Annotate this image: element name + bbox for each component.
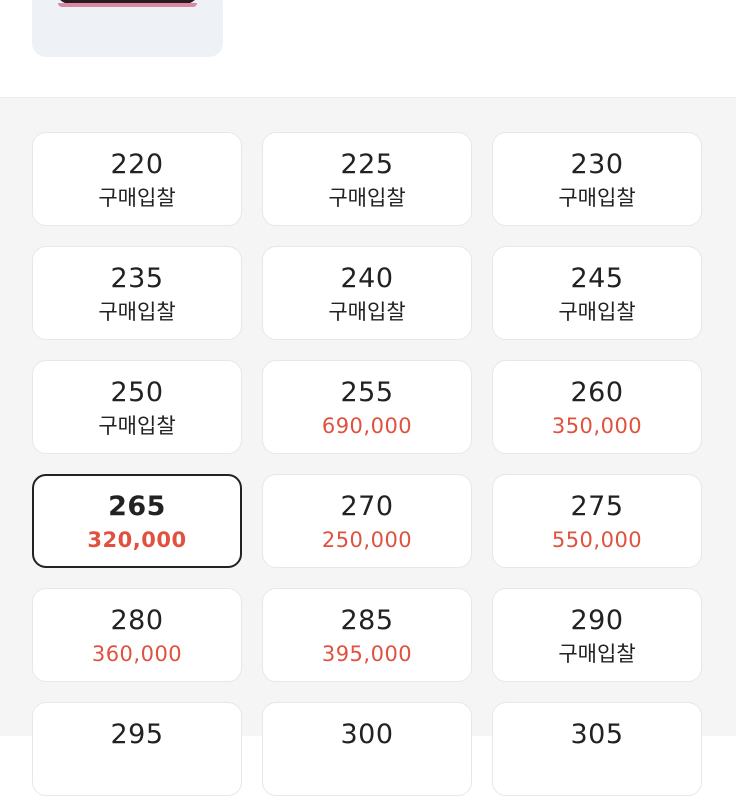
product-thumbnail[interactable] (32, 0, 223, 57)
size-value: 255 (340, 377, 394, 408)
size-price: 구매입찰 (98, 300, 176, 324)
size-option-240[interactable]: 240 구매입찰 (262, 246, 472, 340)
size-value: 235 (110, 263, 164, 294)
size-option-225[interactable]: 225 구매입찰 (262, 132, 472, 226)
size-price: 320,000 (87, 528, 187, 552)
size-value: 240 (340, 263, 394, 294)
size-option-290[interactable]: 290 구매입찰 (492, 588, 702, 682)
size-price: 350,000 (551, 414, 643, 438)
size-value: 245 (570, 263, 624, 294)
size-option-250[interactable]: 250 구매입찰 (32, 360, 242, 454)
size-option-220[interactable]: 220 구매입찰 (32, 132, 242, 226)
size-option-245[interactable]: 245 구매입찰 (492, 246, 702, 340)
size-price: 360,000 (91, 642, 183, 666)
size-option-255[interactable]: 255 690,000 (262, 360, 472, 454)
size-value: 270 (340, 491, 394, 522)
size-option-230[interactable]: 230 구매입찰 (492, 132, 702, 226)
size-price: 구매입찰 (98, 414, 176, 438)
size-price: 구매입찰 (98, 186, 176, 210)
shoe-sole (58, 3, 197, 7)
size-price: 구매입찰 (558, 186, 636, 210)
size-value: 295 (110, 719, 164, 750)
size-value: 230 (570, 149, 624, 180)
size-option-235[interactable]: 235 구매입찰 (32, 246, 242, 340)
size-option-300[interactable]: 300 (262, 702, 472, 796)
size-option-265-selected[interactable]: 265 320,000 (32, 474, 242, 568)
size-value: 300 (340, 719, 394, 750)
size-price: 구매입찰 (558, 642, 636, 666)
size-option-305[interactable]: 305 (492, 702, 702, 796)
size-value: 285 (340, 605, 394, 636)
size-price: 구매입찰 (328, 186, 406, 210)
size-option-260[interactable]: 260 350,000 (492, 360, 702, 454)
size-price: 구매입찰 (328, 300, 406, 324)
size-option-280[interactable]: 280 360,000 (32, 588, 242, 682)
size-value: 220 (110, 149, 164, 180)
size-price: 구매입찰 (558, 300, 636, 324)
product-header (0, 0, 736, 97)
size-value: 225 (340, 149, 394, 180)
size-option-270[interactable]: 270 250,000 (262, 474, 472, 568)
size-price: 395,000 (321, 642, 413, 666)
size-value: 290 (570, 605, 624, 636)
size-price: 690,000 (321, 414, 413, 438)
size-price: 250,000 (321, 528, 413, 552)
size-value: 260 (570, 377, 624, 408)
size-price: 550,000 (551, 528, 643, 552)
size-selector-panel: 220 구매입찰 225 구매입찰 230 구매입찰 235 구매입찰 240 … (0, 98, 736, 796)
size-option-275[interactable]: 275 550,000 (492, 474, 702, 568)
size-option-295[interactable]: 295 (32, 702, 242, 796)
size-value: 280 (110, 605, 164, 636)
size-option-285[interactable]: 285 395,000 (262, 588, 472, 682)
size-value: 305 (570, 719, 624, 750)
size-value: 265 (108, 491, 166, 522)
size-value: 275 (570, 491, 624, 522)
size-value: 250 (110, 377, 164, 408)
